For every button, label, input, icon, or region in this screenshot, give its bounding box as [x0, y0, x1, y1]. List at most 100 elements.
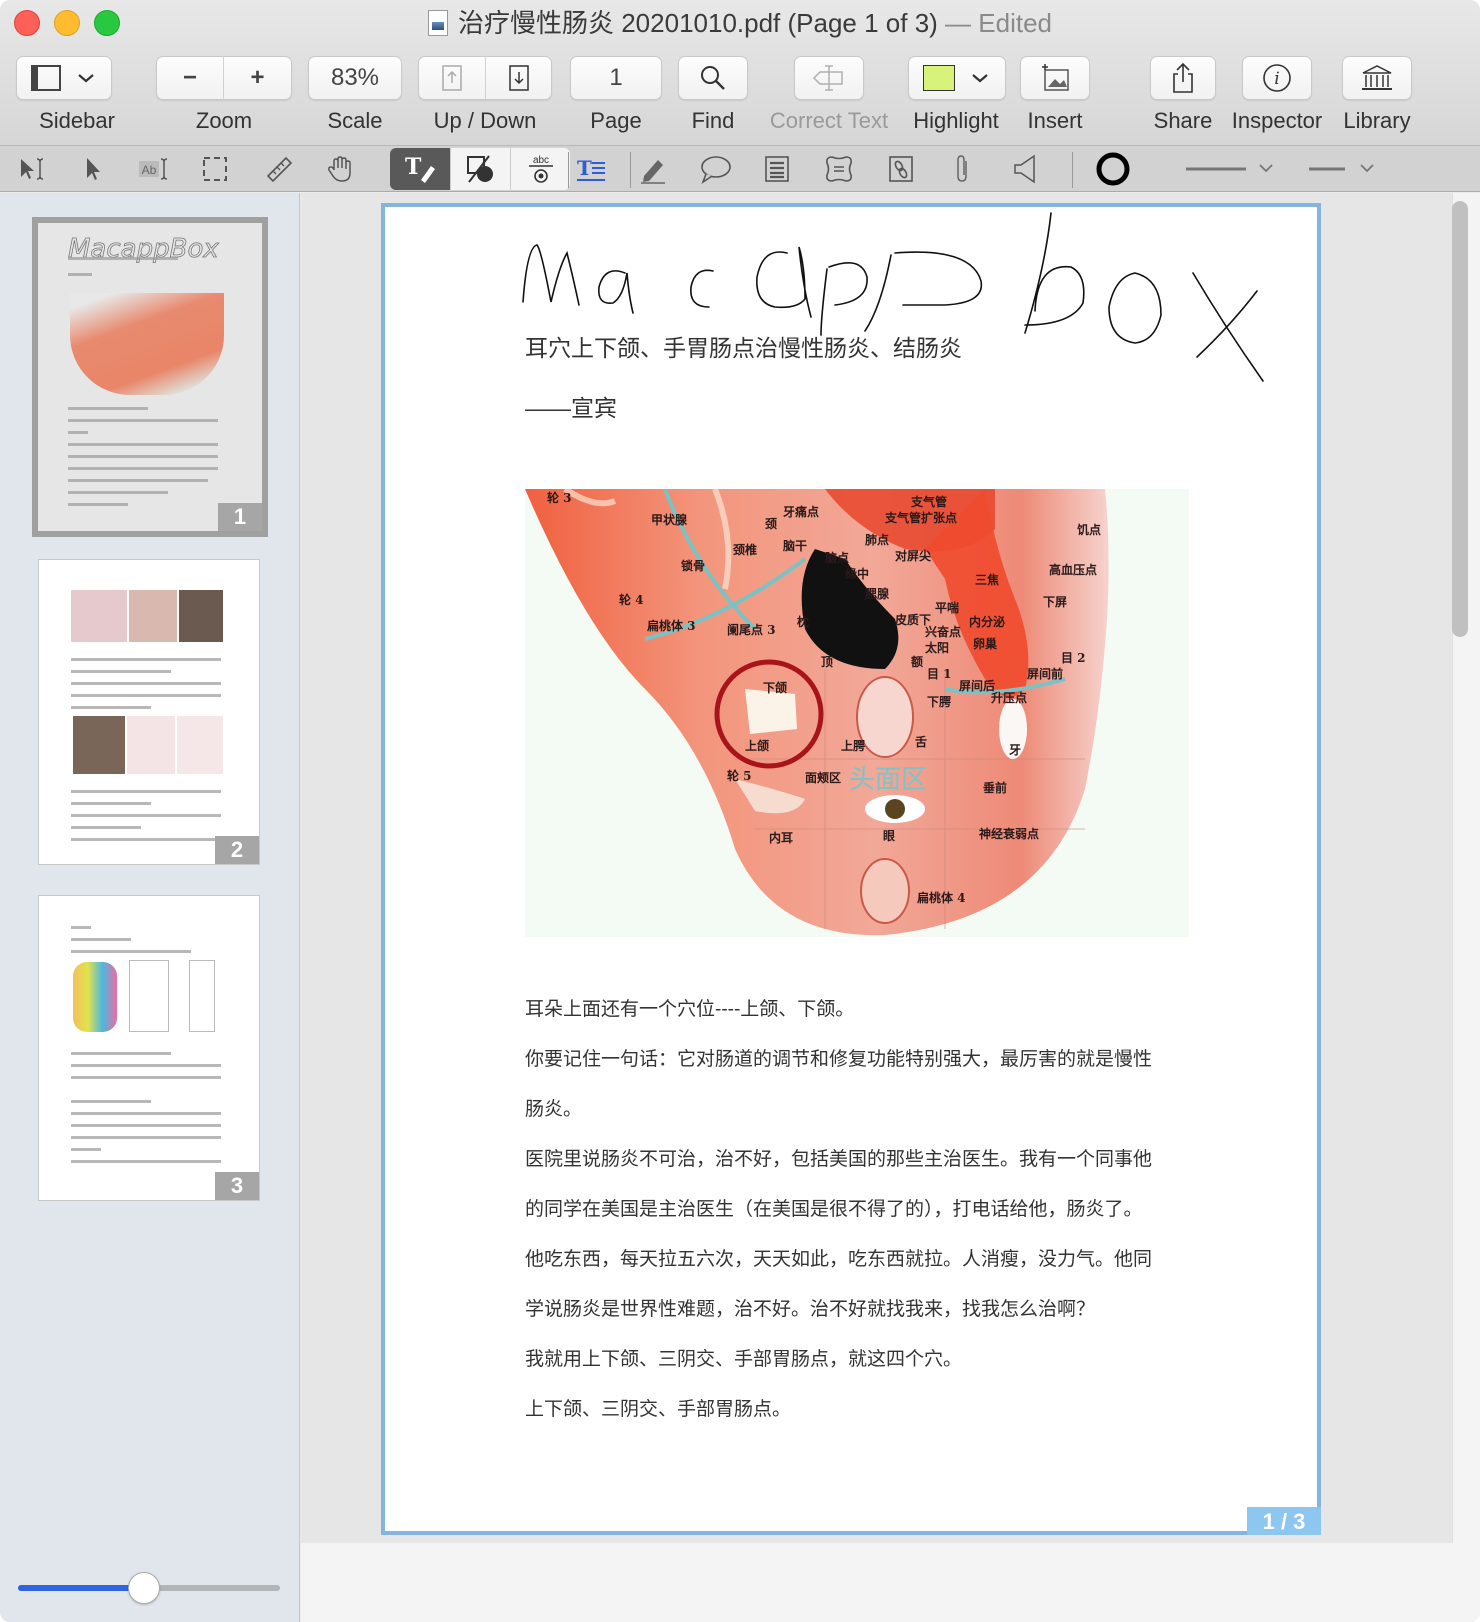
- speaker-icon: [1014, 154, 1035, 184]
- svg-text:i: i: [1274, 69, 1279, 89]
- thumbnail-page-number: 1: [218, 503, 262, 531]
- thumbnail-page-2[interactable]: 2: [38, 559, 260, 865]
- ear-illustration: [525, 489, 1109, 936]
- vertical-scrollbar-track: [1452, 193, 1480, 1543]
- plus-icon: +: [250, 64, 265, 91]
- text-markup-mode[interactable]: T: [390, 148, 450, 190]
- diagram-label: 屏间后: [959, 679, 996, 693]
- inspector-button[interactable]: i: [1242, 56, 1312, 100]
- thumbnail-page-number: 2: [215, 836, 259, 864]
- scale-field[interactable]: 83%: [308, 56, 402, 100]
- paragraph-line: 的同学在美国是主治医生（在美国是很不得了的），打电话给他，肠炎了。: [525, 1199, 1143, 1220]
- svg-text:T: T: [405, 154, 422, 180]
- line-style-dropdown[interactable]: [1304, 149, 1390, 189]
- shape-markup-icon: [466, 155, 493, 183]
- diagram-label: 下屏: [1043, 595, 1068, 609]
- callout-tool[interactable]: [686, 149, 744, 189]
- rect-select-tool[interactable]: [186, 149, 244, 189]
- scale-value: 83%: [330, 64, 380, 91]
- thumbnail-image: [73, 716, 125, 774]
- thumbnail-image: [73, 962, 117, 1032]
- paragraph-line: 他吃东西，每天拉五六次，天天如此，吃东西就拉。人消瘦，没力气。他同: [525, 1249, 1153, 1270]
- stamp-tool[interactable]: [810, 149, 868, 189]
- thumbnail-image: [179, 590, 223, 642]
- updown-label: Up / Down: [433, 108, 537, 133]
- paragraph-line: 学说肠炎是世界性难题，治不好。治不好就找我来，找我怎么治啊？: [525, 1299, 1096, 1320]
- diagram-label: 轮 3: [547, 491, 572, 505]
- document-view: 耳穴上下颌、手胃肠点治慢性肠炎、结肠炎 ——宣宾 轮 3 甲状腺 牙痛点 颈 颈…: [301, 193, 1480, 1622]
- library-control: [1342, 56, 1412, 100]
- paragraph-line: 我就用上下颌、三阴交、手部胃肠点，就这四个穴。: [525, 1349, 963, 1370]
- toolbar-area: 治疗慢性肠炎 20201010.pdf (Page 1 of 3) — Edit…: [0, 0, 1480, 146]
- attachment-tool[interactable]: [934, 149, 992, 189]
- ink-annotation[interactable]: [515, 207, 1295, 397]
- highlight-button[interactable]: [908, 56, 1006, 100]
- arrow-down-icon: [508, 65, 529, 91]
- diagram-label: 扁桃体 4: [917, 891, 966, 905]
- chevron-down-icon: [972, 74, 988, 83]
- zoom-out-button[interactable]: −: [156, 56, 224, 100]
- preview-window: 治疗慢性肠炎 20201010.pdf (Page 1 of 3) — Edit…: [0, 0, 1480, 1622]
- find-control: [678, 56, 748, 100]
- arrow-up-icon: [442, 65, 462, 91]
- page-number-field[interactable]: 1: [570, 56, 662, 100]
- diagram-label: 支气管扩张点: [885, 511, 958, 525]
- info-icon: i: [1263, 64, 1291, 92]
- diagram-label: 垂前: [983, 781, 1008, 795]
- thumbnail-image: [127, 716, 175, 774]
- pdf-page[interactable]: 耳穴上下颌、手胃肠点治慢性肠炎、结肠炎 ——宣宾 轮 3 甲状腺 牙痛点 颈 颈…: [381, 203, 1321, 1535]
- sidebar-label: Sidebar: [39, 108, 115, 133]
- page-down-button[interactable]: [486, 56, 552, 100]
- thumbnail-size-slider[interactable]: [18, 1572, 280, 1604]
- pen-tool[interactable]: [624, 149, 682, 189]
- line-width-dropdown[interactable]: [1180, 149, 1280, 189]
- sidebar-button[interactable]: [16, 56, 112, 100]
- page-up-button[interactable]: [418, 56, 486, 100]
- measure-tool[interactable]: [250, 149, 308, 189]
- thumbnail-page-3[interactable]: 3: [38, 895, 260, 1201]
- thumbnail-sidebar: MacappBox 1 2 3: [0, 193, 300, 1622]
- thumbnail-page-number: 3: [215, 1172, 259, 1200]
- window-title: 治疗慢性肠炎 20201010.pdf (Page 1 of 3) — Edit…: [0, 6, 1480, 40]
- dashed-rect-icon: [203, 157, 227, 181]
- share-control: [1150, 56, 1216, 100]
- pointer-tool[interactable]: [64, 149, 122, 189]
- diagram-label: 肺点: [865, 533, 890, 547]
- shape-markup-mode[interactable]: [450, 148, 510, 190]
- thumbnail-page-1[interactable]: MacappBox 1: [32, 217, 268, 537]
- note-tool[interactable]: [748, 149, 806, 189]
- diagram-label: 轮 4: [619, 593, 644, 607]
- diagram-label: 锁骨: [681, 559, 706, 573]
- insert-button[interactable]: [1020, 56, 1090, 100]
- form-markup-mode[interactable]: abc: [510, 148, 570, 190]
- diagram-label: 高血压点: [1049, 563, 1098, 577]
- line-style-icon: [1309, 164, 1374, 173]
- vertical-scrollbar-thumb[interactable]: [1452, 201, 1468, 637]
- link-icon: [889, 156, 913, 182]
- page-control: 1: [570, 56, 662, 100]
- find-button[interactable]: [678, 56, 748, 100]
- diagram-label: 脑干: [783, 539, 808, 553]
- share-button[interactable]: [1150, 56, 1216, 100]
- text-select-tool[interactable]: [2, 149, 60, 189]
- zoom-in-button[interactable]: +: [224, 56, 292, 100]
- ocr-text-tool[interactable]: Ab: [124, 149, 182, 189]
- correct-text-label: Correct Text: [769, 108, 889, 133]
- diagram-label: 上颌: [745, 739, 770, 753]
- stroke-color-well[interactable]: [1084, 149, 1142, 189]
- library-icon: [1362, 65, 1392, 90]
- diagram-label: 屏间前: [1027, 667, 1064, 681]
- ruler-icon: [266, 156, 293, 183]
- text-box-tool[interactable]: T: [562, 149, 620, 189]
- correct-text-button[interactable]: [794, 56, 864, 100]
- correct-text-control: [794, 56, 864, 100]
- paperclip-icon: [957, 155, 967, 182]
- link-tool[interactable]: [872, 149, 930, 189]
- diagram-label: 升压点: [991, 691, 1028, 705]
- slider-knob[interactable]: [127, 1572, 160, 1604]
- library-button[interactable]: [1342, 56, 1412, 100]
- hand-tool[interactable]: [312, 149, 370, 189]
- sound-tool[interactable]: [996, 149, 1054, 189]
- zoom-label: Zoom: [195, 108, 253, 133]
- diagram-label: 牙: [1009, 743, 1022, 757]
